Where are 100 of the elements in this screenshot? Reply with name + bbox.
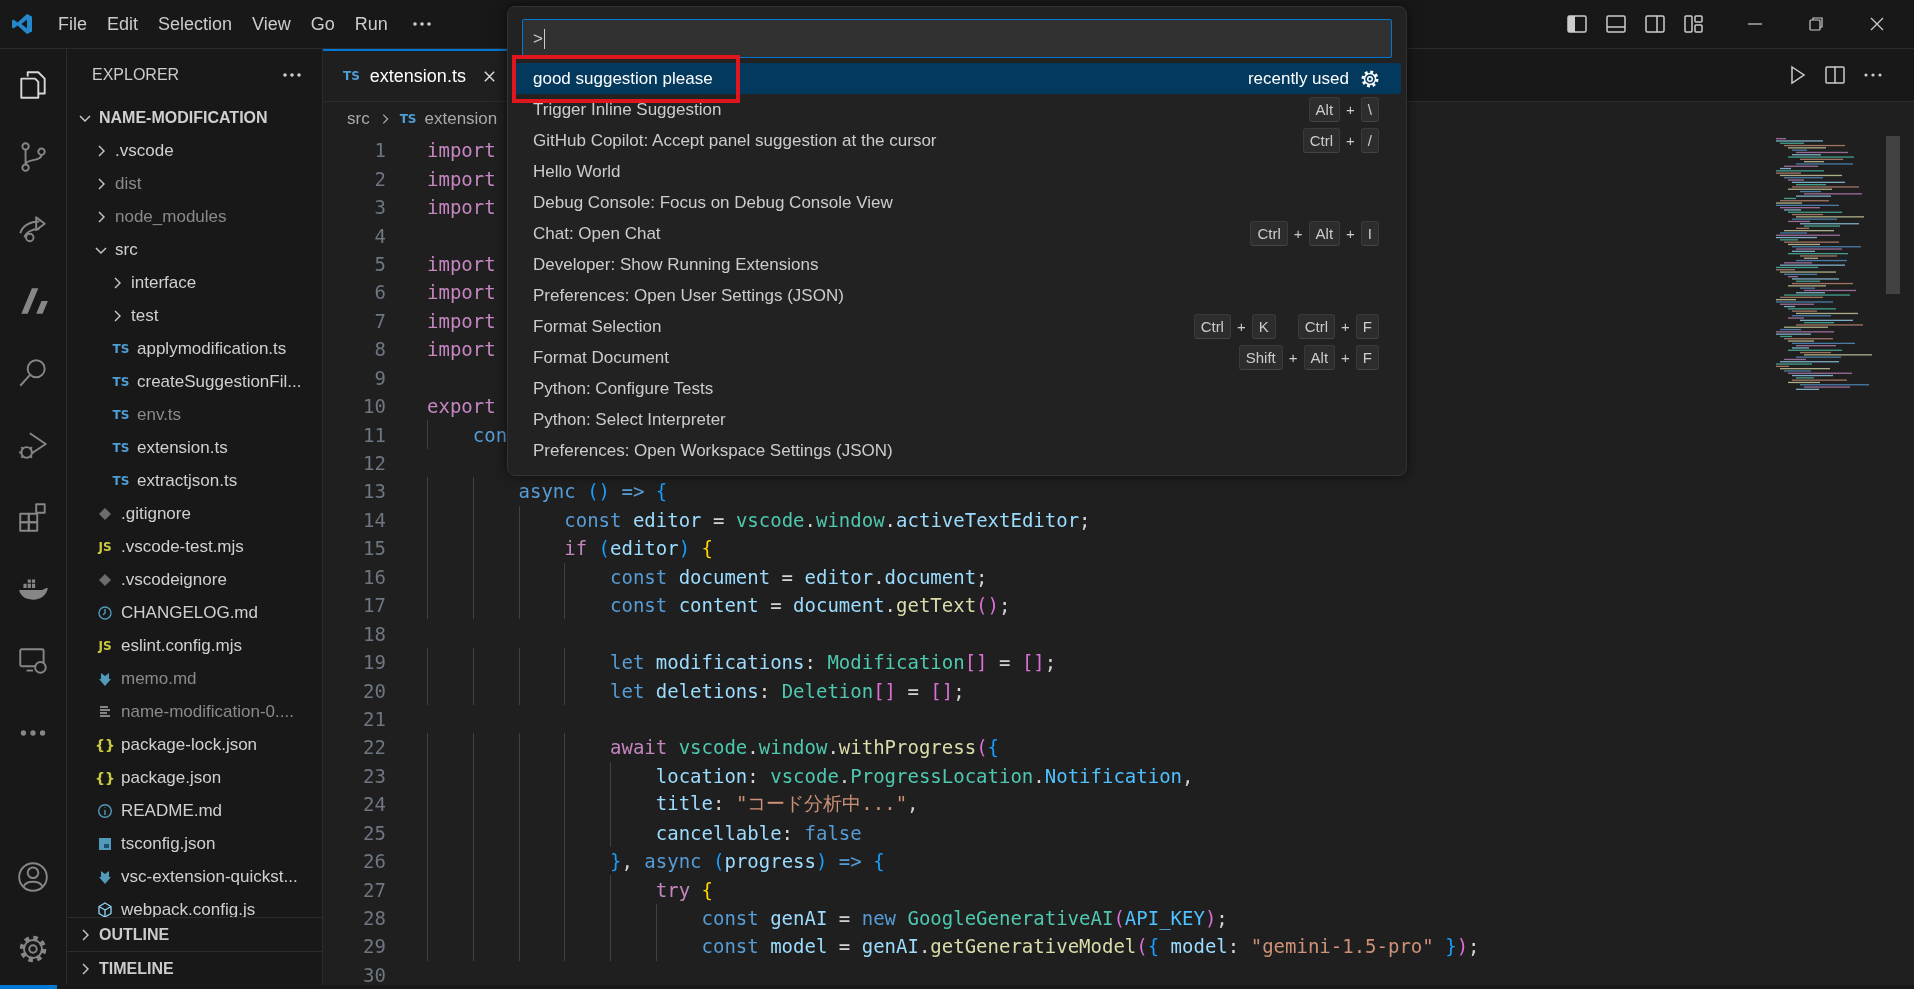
file-name[interactable]: vsc-extension-quickst...	[121, 866, 298, 887]
code-editor-logo-icon	[10, 12, 34, 36]
command-label: Preferences: Open Workspace Settings (JSON)	[533, 440, 893, 461]
ts-file-icon: TS	[112, 407, 130, 422]
file-name[interactable]: name-modification-0....	[121, 701, 294, 722]
code-line: import	[427, 281, 496, 304]
split-layout-icon[interactable]	[1644, 13, 1666, 35]
line-number: 18	[362, 622, 386, 645]
file-name[interactable]: env.ts	[137, 404, 182, 425]
section-title[interactable]: TIMELINE	[99, 959, 174, 978]
line-number: 27	[362, 878, 386, 901]
file-name[interactable]: README.md	[121, 800, 223, 821]
line-number: 3	[373, 196, 386, 219]
command-item[interactable]: Format Selection Ctrl + K Ctrl + F	[513, 311, 1401, 342]
file-name[interactable]: tsconfig.json	[121, 833, 216, 854]
command-label: Hello World	[533, 161, 621, 182]
command-label: GitHub Copilot: Accept panel suggestion at the cursor	[533, 130, 937, 151]
line-number: 8	[373, 338, 386, 361]
more-icon[interactable]	[411, 21, 432, 27]
command-item[interactable]: Debug Console: Focus on Debug Console View	[513, 187, 1401, 218]
menu-item[interactable]: Go	[300, 9, 345, 39]
file-name[interactable]: .vscodeignore	[121, 569, 227, 590]
ts-file-icon: TS	[112, 374, 130, 389]
folder-name[interactable]: src	[115, 239, 138, 260]
menu-item[interactable]: Edit	[97, 9, 149, 39]
folder-name[interactable]: dist	[115, 173, 142, 194]
file-name[interactable]: memo.md	[121, 668, 197, 689]
file-name[interactable]: .vscode-test.mjs	[121, 536, 244, 557]
line-number: 4	[373, 224, 386, 247]
command-item[interactable]: GitHub Copilot: Accept panel suggestion at the cursor Ctrl + /	[513, 125, 1401, 156]
line-number: 11	[362, 423, 386, 446]
scrollbar[interactable]	[1886, 136, 1900, 294]
command-item[interactable]: Preferences: Open User Settings (JSON)	[513, 280, 1401, 311]
folder-name[interactable]: node_modules	[115, 206, 227, 227]
panel-layout-icon[interactable]	[1605, 13, 1627, 35]
key-cap: /	[1360, 128, 1379, 153]
file-name[interactable]: extractjson.ts	[137, 470, 238, 491]
command-item[interactable]: Format Document Shift + Alt + F	[513, 342, 1401, 373]
key-cap: Shift	[1238, 345, 1283, 370]
line-number: 14	[362, 508, 386, 531]
code-line: if (editor) {	[563, 537, 714, 560]
line-number: 25	[362, 821, 386, 844]
key-cap: Ctrl	[1193, 314, 1231, 339]
file-name[interactable]: .gitignore	[121, 503, 191, 524]
command-item[interactable]: Python: Configure Tests	[513, 373, 1401, 404]
command-input[interactable]: >	[522, 19, 1392, 58]
account-icon[interactable]	[16, 860, 50, 894]
key-cap: Ctrl	[1302, 128, 1341, 153]
js-file-icon: JS	[98, 539, 112, 554]
file-name[interactable]: CHANGELOG.md	[121, 602, 258, 623]
breadcrumb-item[interactable]: extension	[424, 109, 498, 129]
folder-name[interactable]: interface	[131, 272, 197, 293]
command-item[interactable]: Hello World	[513, 156, 1401, 187]
key-separator: +	[1341, 318, 1350, 335]
file-name[interactable]: package.json	[121, 767, 222, 788]
folder-name[interactable]: .vscode	[115, 140, 174, 161]
key-cap: Alt	[1308, 221, 1341, 246]
command-item[interactable]: Python: Select Interpreter	[513, 404, 1401, 435]
command-label: Debug Console: Focus on Debug Console View	[533, 192, 893, 213]
line-number: 15	[362, 537, 386, 560]
code-line: export	[427, 395, 496, 418]
file-name[interactable]: package-lock.json	[121, 734, 258, 755]
command-item[interactable]: Preferences: Open Workspace Settings (JSON)	[513, 435, 1401, 466]
key-cap: Alt	[1308, 97, 1341, 122]
file-name[interactable]: createSuggestionFil...	[137, 371, 302, 392]
command-label: Format Document	[533, 347, 670, 368]
file-name[interactable]: extension.ts	[137, 437, 228, 458]
config-file-icon	[97, 835, 113, 852]
file-name[interactable]: applymodification.ts	[137, 338, 287, 359]
key-separator: +	[1341, 349, 1350, 366]
file-name[interactable]: eslint.config.mjs	[121, 635, 242, 656]
split-editor-icon[interactable]	[1824, 64, 1846, 86]
command-item[interactable]: good suggestion please recently used	[513, 63, 1401, 94]
breadcrumb-item[interactable]: src	[347, 109, 370, 129]
text-lines-icon	[97, 703, 113, 720]
menu-item[interactable]: Selection	[148, 9, 243, 39]
code-line: import	[427, 167, 496, 190]
more-icon[interactable]	[282, 72, 302, 78]
command-item[interactable]: Trigger Inline Suggestion Alt + \	[513, 94, 1401, 125]
folder-name[interactable]: NAME-MODIFICATION	[99, 108, 268, 127]
code-line: import	[427, 252, 496, 275]
folder-name[interactable]: test	[131, 305, 159, 326]
command-item[interactable]: Developer: Show Running Extensions	[513, 249, 1401, 280]
menu-item[interactable]: Run	[344, 9, 398, 39]
command-label: Developer: Show Running Extensions	[533, 254, 819, 275]
sidebar-layout-icon[interactable]	[1566, 13, 1588, 35]
command-label: Python: Configure Tests	[533, 378, 714, 399]
line-number: 28	[362, 907, 386, 930]
menu-item[interactable]: View	[242, 9, 301, 39]
key-cap: Ctrl	[1297, 314, 1336, 339]
key-cap: F	[1355, 314, 1379, 339]
command-item[interactable]: Chat: Open Chat Ctrl + Alt + I	[513, 218, 1401, 249]
code-line: try {	[654, 878, 713, 901]
code-line: await vscode.window.withProgress({	[609, 736, 1000, 759]
code-line: const genAI = new GoogleGenerativeAI(API_KEY);	[700, 907, 1228, 930]
section-title[interactable]: OUTLINE	[99, 925, 170, 944]
menu-item[interactable]: File	[48, 9, 97, 39]
command-label: Chat: Open Chat	[533, 223, 661, 244]
editor-tab[interactable]: TS extension.ts	[323, 49, 509, 101]
grid-layout-icon[interactable]	[1683, 13, 1705, 35]
